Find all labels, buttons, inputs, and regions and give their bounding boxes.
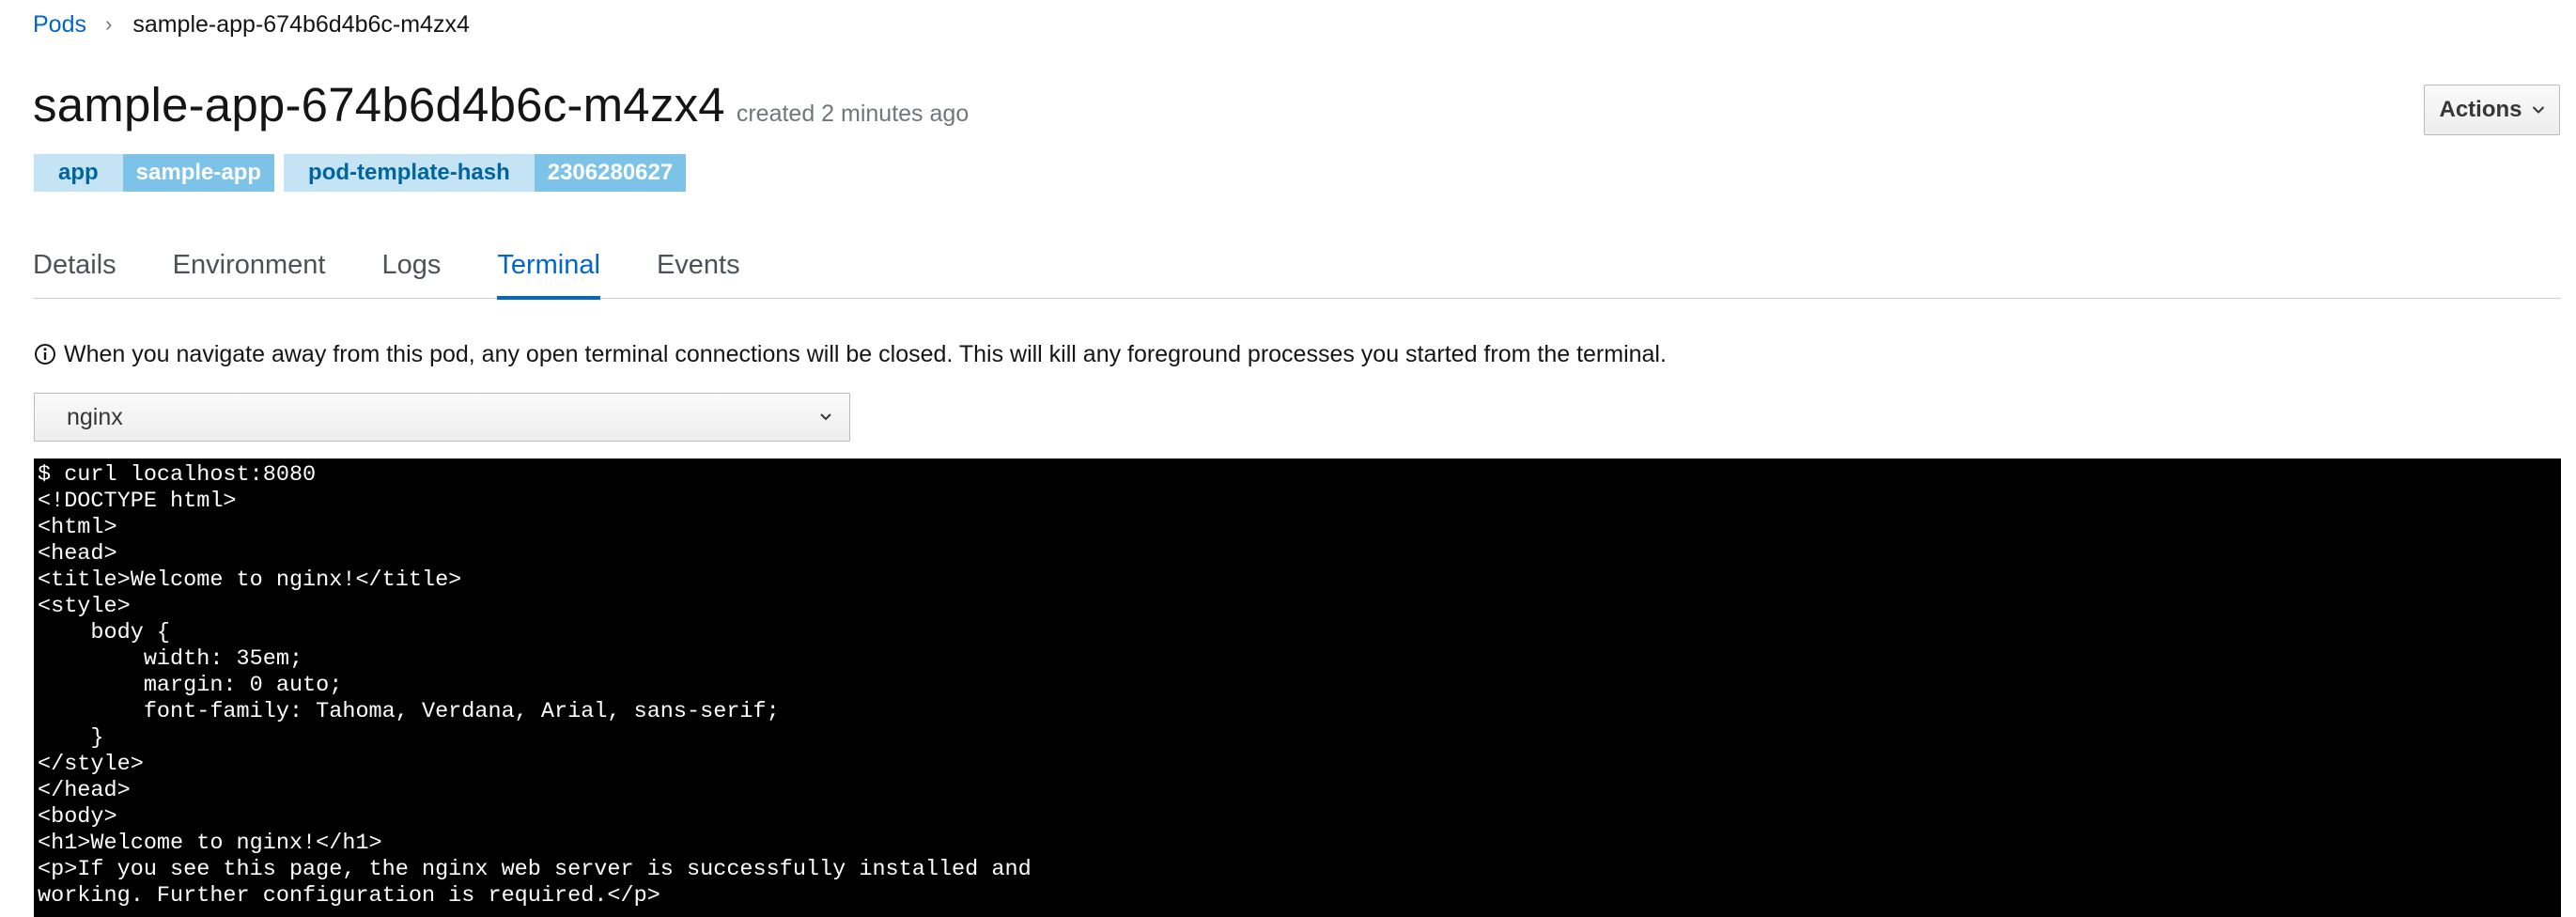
info-circle-icon xyxy=(34,343,56,365)
info-text: When you navigate away from this pod, an… xyxy=(64,340,1667,367)
breadcrumb-current: sample-app-674b6d4b6c-m4zx4 xyxy=(132,10,470,38)
terminal-line: body { xyxy=(90,620,171,645)
chevron-down-icon xyxy=(2532,105,2545,115)
created-timestamp: created 2 minutes ago xyxy=(736,101,970,127)
container-select-value: nginx xyxy=(67,403,123,430)
terminal-line: } xyxy=(90,725,104,751)
tab-details[interactable]: Details xyxy=(33,242,116,299)
actions-button[interactable]: Actions xyxy=(2424,85,2560,135)
chevron-down-icon xyxy=(817,408,834,427)
label-app[interactable]: app sample-app xyxy=(34,154,275,192)
terminal-line: <head> xyxy=(38,541,117,567)
breadcrumb-link-pods[interactable]: Pods xyxy=(33,11,86,39)
pod-labels: app sample-app pod-template-hash 2306280… xyxy=(34,154,695,192)
label-value: sample-app xyxy=(122,154,275,192)
tab-logs[interactable]: Logs xyxy=(381,242,441,299)
terminal-line: <p>If you see this page, the nginx web s… xyxy=(38,857,1032,882)
terminal-line: $ curl localhost:8080 xyxy=(38,462,317,488)
terminal-line: </head> xyxy=(38,778,131,803)
title-row: sample-app-674b6d4b6c-m4zx4 created 2 mi… xyxy=(33,77,969,137)
terminal[interactable]: $ curl localhost:8080 <!DOCTYPE html> <h… xyxy=(34,458,2561,917)
terminal-output: $ curl localhost:8080 <!DOCTYPE html> <h… xyxy=(38,462,2557,909)
terminal-line: </style> xyxy=(38,752,144,777)
label-key: pod-template-hash xyxy=(284,154,535,192)
breadcrumb-separator: › xyxy=(104,12,113,36)
terminal-line: font-family: Tahoma, Verdana, Arial, san… xyxy=(143,699,780,724)
container-select[interactable]: nginx xyxy=(34,393,850,442)
terminal-line: <body> xyxy=(38,804,117,830)
label-key: app xyxy=(34,154,123,192)
tab-events[interactable]: Events xyxy=(657,242,740,299)
terminal-line: margin: 0 auto; xyxy=(143,673,343,698)
actions-button-label: Actions xyxy=(2439,97,2522,122)
terminal-info-message: When you navigate away from this pod, an… xyxy=(34,338,1667,370)
terminal-line: <h1>Welcome to nginx!</h1> xyxy=(38,831,382,856)
tab-terminal[interactable]: Terminal xyxy=(497,242,600,300)
tab-bar: Details Environment Logs Terminal Events xyxy=(33,242,2561,300)
page-title: sample-app-674b6d4b6c-m4zx4 xyxy=(33,78,725,132)
tab-environment[interactable]: Environment xyxy=(173,242,326,299)
breadcrumb: Pods › sample-app-674b6d4b6c-m4zx4 xyxy=(33,8,470,41)
terminal-line: width: 35em; xyxy=(143,646,303,672)
terminal-line: <html> xyxy=(38,515,117,540)
label-value: 2306280627 xyxy=(534,154,687,192)
label-pod-template-hash[interactable]: pod-template-hash 2306280627 xyxy=(284,154,687,192)
terminal-line: working. Further configuration is requir… xyxy=(38,883,660,909)
terminal-line: <!DOCTYPE html> xyxy=(38,489,237,514)
terminal-line: <title>Welcome to nginx!</title> xyxy=(38,567,462,593)
terminal-line: <style> xyxy=(38,594,131,619)
